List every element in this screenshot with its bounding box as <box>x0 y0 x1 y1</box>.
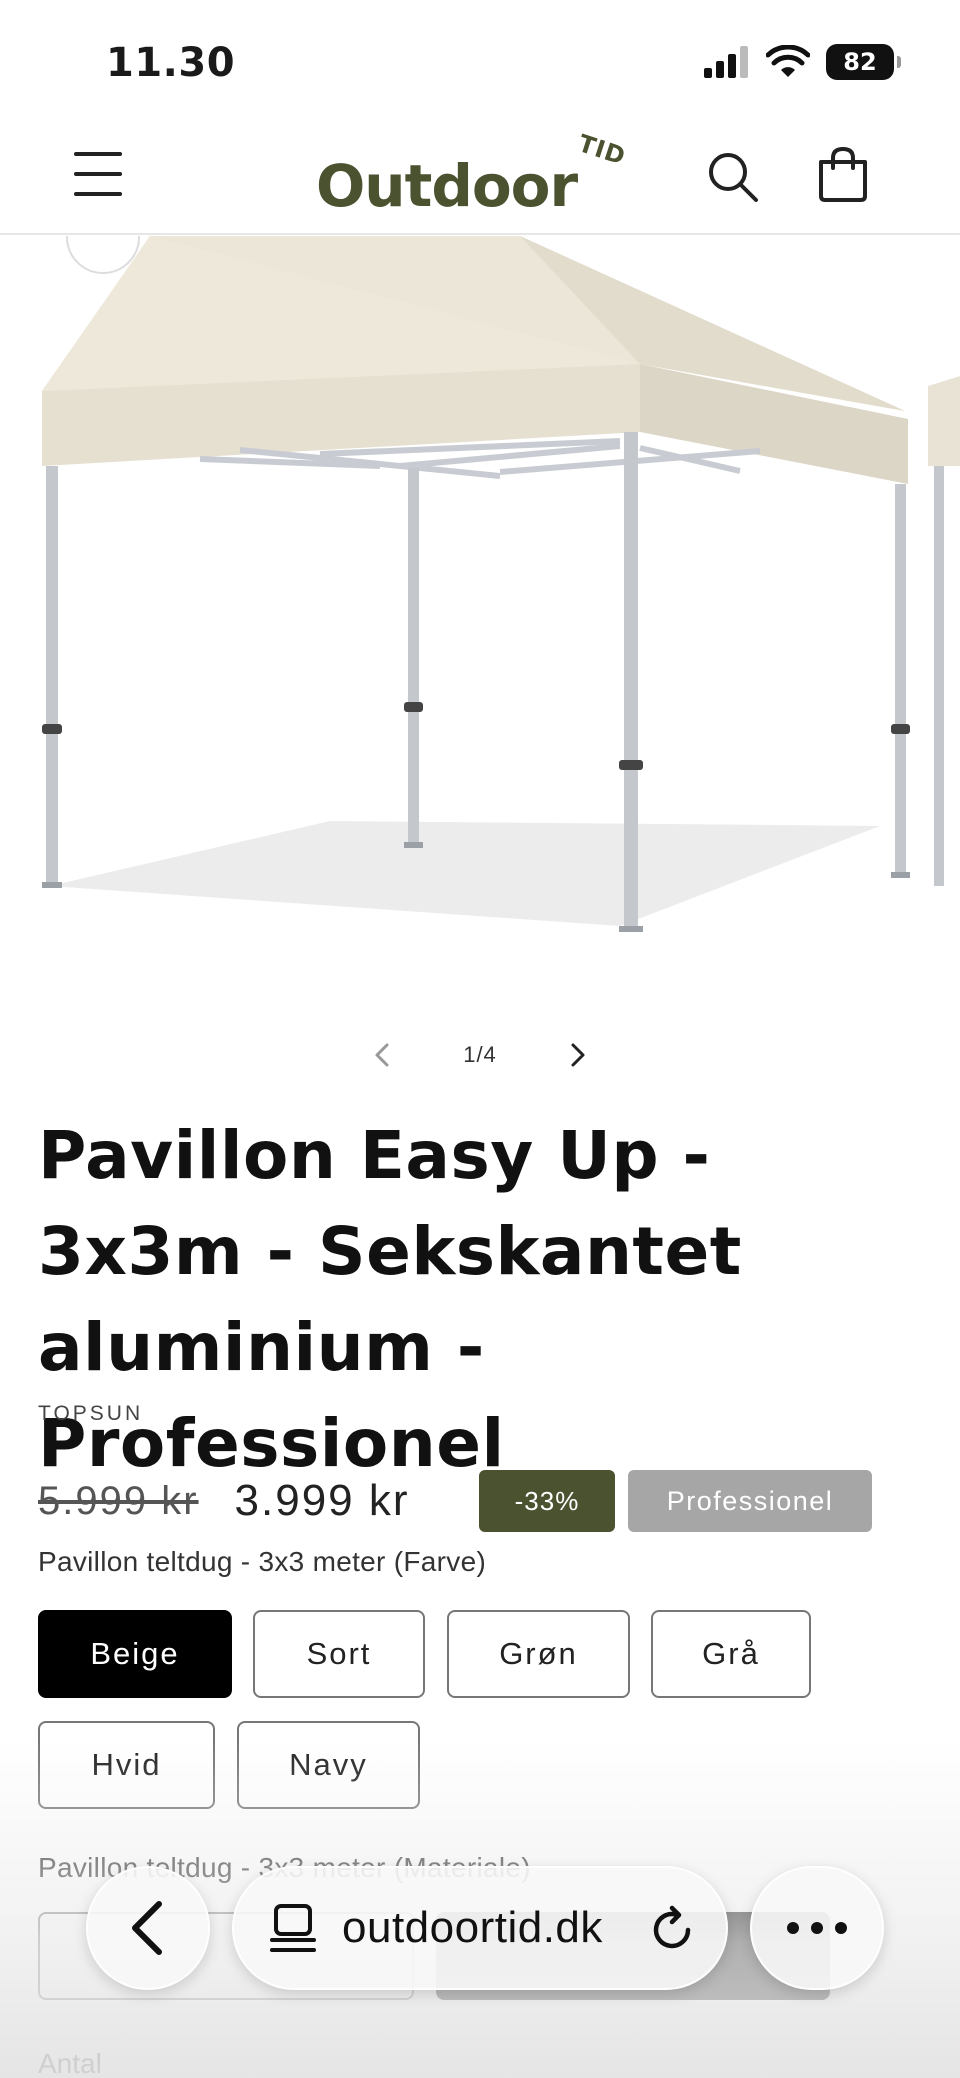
color-option-hvid[interactable]: Hvid <box>38 1721 215 1809</box>
logo-suffix: TID <box>574 129 630 171</box>
sale-price: 3.999 kr <box>234 1476 410 1525</box>
product-image-pavilion <box>42 236 960 932</box>
status-bar: 11.30 82 <box>0 0 960 120</box>
chevron-left-icon[interactable] <box>363 1035 403 1075</box>
browser-toolbar: outdoortid.dk <box>0 1866 960 1992</box>
color-option-gron[interactable]: Grøn <box>447 1610 630 1698</box>
quantity-label: Antal <box>38 2048 102 2078</box>
color-option-beige[interactable]: Beige <box>38 1610 232 1698</box>
price-row: 5.999 kr 3.999 kr <box>38 1468 410 1534</box>
site-header: Outdoor TID <box>0 120 960 235</box>
address-bar[interactable]: outdoortid.dk <box>232 1866 728 1990</box>
discount-badge: -33% <box>479 1470 615 1532</box>
cart-icon[interactable] <box>815 146 871 202</box>
search-icon[interactable] <box>706 150 760 204</box>
reload-icon[interactable] <box>646 1904 698 1956</box>
gallery-navigation: 1/4 <box>0 1020 960 1090</box>
battery-icon: 82 <box>826 44 901 80</box>
reader-mode-icon[interactable] <box>270 1902 316 1954</box>
chevron-right-icon[interactable] <box>557 1035 597 1075</box>
gallery-counter: 1/4 <box>463 1042 497 1067</box>
wifi-icon <box>766 45 810 77</box>
original-price: 5.999 kr <box>38 1478 199 1523</box>
menu-icon[interactable] <box>74 152 122 196</box>
color-option-gra[interactable]: Grå <box>651 1610 811 1698</box>
browser-back-button[interactable] <box>86 1866 210 1990</box>
color-option-sort[interactable]: Sort <box>253 1610 425 1698</box>
status-time: 11.30 <box>106 40 236 86</box>
cellular-signal-icon <box>704 46 748 78</box>
more-options-button[interactable] <box>750 1866 884 1990</box>
url-text: outdoortid.dk <box>342 1903 603 1952</box>
color-option-label: Pavillon teltdug - 3x3 meter (Farve) <box>38 1546 487 1577</box>
chevron-left-icon <box>132 1901 162 1955</box>
logo[interactable]: Outdoor TID <box>316 129 641 222</box>
product-title: Pavillon Easy Up - 3x3m - Sekskantet alu… <box>38 1117 742 1482</box>
status-icons: 82 <box>704 44 901 80</box>
category-badge: Professionel <box>628 1470 872 1532</box>
product-vendor: TOPSUN <box>38 1402 144 1425</box>
logo-text: Outdoor <box>316 152 578 220</box>
ellipsis-icon <box>787 1922 847 1934</box>
color-option-navy[interactable]: Navy <box>237 1721 420 1809</box>
product-image-gallery[interactable] <box>0 236 960 1006</box>
